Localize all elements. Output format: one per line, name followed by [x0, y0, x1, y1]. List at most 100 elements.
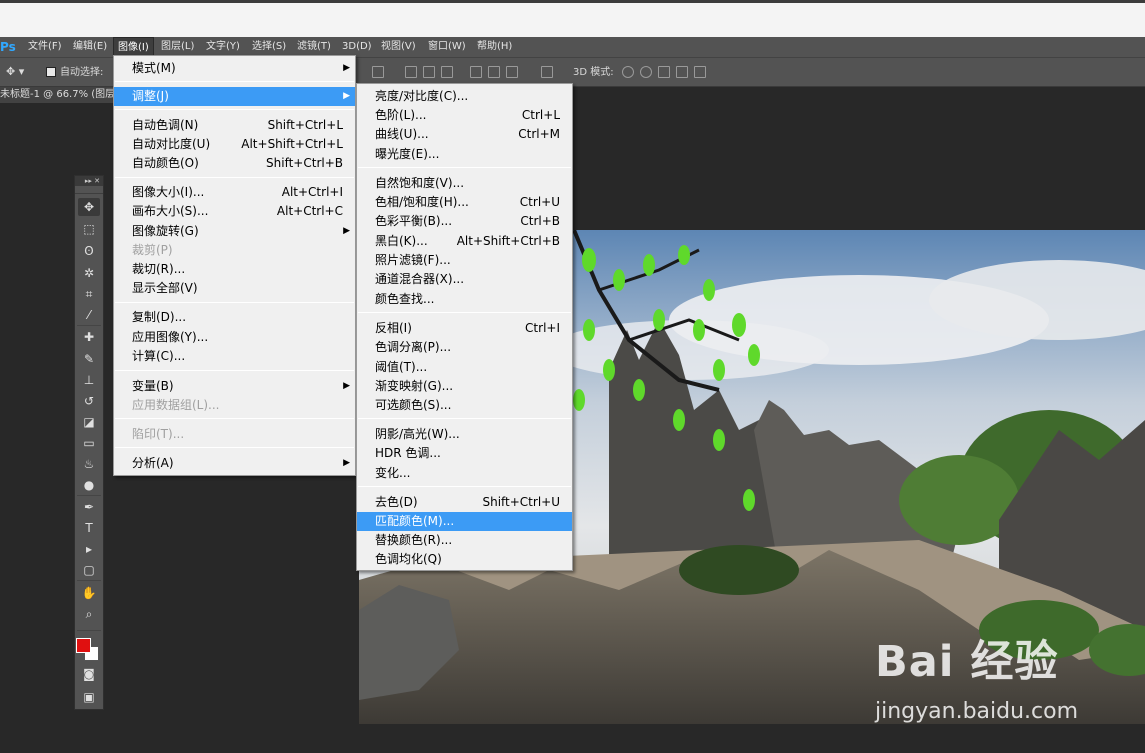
- menu-item-auto-tone[interactable]: 自动色调(N) Shift+Ctrl+L: [114, 116, 355, 135]
- foreground-color-swatch[interactable]: [76, 638, 91, 653]
- menu-item-canvas-size[interactable]: 画布大小(S)... Alt+Ctrl+C: [114, 202, 355, 221]
- dodge-tool-icon[interactable]: ●: [78, 476, 100, 494]
- menu-item-channel-mixer[interactable]: 通道混合器(X)...: [357, 270, 572, 289]
- pan-3d-icon[interactable]: [658, 66, 670, 78]
- menu-filter[interactable]: 滤镜(T): [293, 37, 335, 57]
- screen-mode-icon[interactable]: ▣: [78, 688, 100, 706]
- healing-brush-tool-icon[interactable]: ✚: [78, 328, 100, 346]
- align-buttons-group: [405, 66, 453, 80]
- menu-item-reveal-all[interactable]: 显示全部(V): [114, 279, 355, 298]
- menu-item-desaturate[interactable]: 去色(D) Shift+Ctrl+U: [357, 493, 572, 512]
- roll-3d-icon[interactable]: [640, 66, 652, 78]
- menu-item-brightness-contrast[interactable]: 亮度/对比度(C)...: [357, 87, 572, 106]
- align-left-icon[interactable]: [470, 66, 482, 78]
- hand-tool-icon[interactable]: ✋: [78, 584, 100, 602]
- clone-stamp-tool-icon[interactable]: ⊥: [78, 371, 100, 389]
- marquee-tool-icon[interactable]: ⬚: [78, 220, 100, 238]
- brush-tool-icon[interactable]: ✎: [78, 350, 100, 368]
- lasso-tool-icon[interactable]: ʘ: [78, 242, 100, 260]
- auto-select-checkbox[interactable]: [46, 67, 56, 77]
- menu-item-image-size[interactable]: 图像大小(I)... Alt+Ctrl+I: [114, 183, 355, 202]
- menu-item-analysis[interactable]: 分析(A) ▶: [114, 454, 355, 473]
- menu-item-posterize[interactable]: 色调分离(P)...: [357, 338, 572, 357]
- path-selection-tool-icon[interactable]: ▸: [78, 540, 100, 558]
- menu-item-auto-contrast[interactable]: 自动对比度(U) Alt+Shift+Ctrl+L: [114, 135, 355, 154]
- menu-item-levels[interactable]: 色阶(L)... Ctrl+L: [357, 106, 572, 125]
- menu-window[interactable]: 窗口(W): [424, 37, 470, 57]
- menu-item-hdr-toning[interactable]: HDR 色调...: [357, 444, 572, 463]
- 3d-mode-label: 3D 模式:: [573, 67, 614, 78]
- menu-item-vibrance[interactable]: 自然饱和度(V)...: [357, 174, 572, 193]
- menu-separator: [358, 312, 571, 313]
- menu-item-color-balance[interactable]: 色彩平衡(B)... Ctrl+B: [357, 212, 572, 231]
- menu-item-variations[interactable]: 变化...: [357, 464, 572, 483]
- type-tool-icon[interactable]: T: [78, 519, 100, 537]
- auto-align-icon[interactable]: [541, 66, 553, 78]
- align-bottom-icon[interactable]: [441, 66, 453, 78]
- align-middle-icon[interactable]: [423, 66, 435, 78]
- menu-item-threshold[interactable]: 阈值(T)...: [357, 358, 572, 377]
- blur-tool-icon[interactable]: ♨: [78, 455, 100, 473]
- menu-item-curves[interactable]: 曲线(U)... Ctrl+M: [357, 125, 572, 144]
- move-tool-icon[interactable]: ✥: [78, 198, 100, 216]
- menu-item-selective-color[interactable]: 可选颜色(S)...: [357, 396, 572, 415]
- menu-item-shortcut: Alt+Ctrl+I: [281, 185, 343, 199]
- menu-item-gradient-map[interactable]: 渐变映射(G)...: [357, 377, 572, 396]
- menu-item-trim[interactable]: 裁切(R)...: [114, 260, 355, 279]
- menu-view[interactable]: 视图(V): [377, 37, 420, 57]
- magic-wand-tool-icon[interactable]: ✲: [78, 264, 100, 282]
- toolbar-separator: [77, 495, 101, 496]
- menu-item-photo-filter[interactable]: 照片滤镜(F)...: [357, 251, 572, 270]
- menu-3d[interactable]: 3D(D): [338, 37, 376, 57]
- tools-panel-header[interactable]: ▸▸ ✕: [75, 176, 103, 186]
- slide-3d-icon[interactable]: [676, 66, 688, 78]
- menu-item-label: 自动对比度(U): [132, 137, 211, 151]
- gradient-tool-icon[interactable]: ▭: [78, 434, 100, 452]
- menu-item-label: 匹配颜色(M)...: [375, 514, 455, 528]
- menu-file[interactable]: 文件(F): [24, 37, 66, 57]
- 3d-mode-buttons: [622, 66, 706, 80]
- menu-item-mode[interactable]: 模式(M) ▶: [114, 59, 355, 78]
- menu-edit[interactable]: 编辑(E): [69, 37, 111, 57]
- align-center-icon[interactable]: [488, 66, 500, 78]
- menu-item-shadows-highlights[interactable]: 阴影/高光(W)...: [357, 425, 572, 444]
- menu-type[interactable]: 文字(Y): [202, 37, 244, 57]
- quick-mask-icon[interactable]: ◙: [78, 665, 100, 683]
- menu-item-color-lookup[interactable]: 颜色查找...: [357, 290, 572, 309]
- rectangle-tool-icon[interactable]: ▢: [78, 561, 100, 579]
- menu-select[interactable]: 选择(S): [248, 37, 290, 57]
- menu-item-image-rotation[interactable]: 图像旋转(G) ▶: [114, 222, 355, 241]
- menu-separator: [115, 302, 354, 303]
- menu-layer[interactable]: 图层(L): [157, 37, 198, 57]
- menu-item-adjust[interactable]: 调整(J) ▶: [114, 87, 355, 106]
- menu-item-apply-image[interactable]: 应用图像(Y)...: [114, 328, 355, 347]
- zoom-tool-icon[interactable]: ⌕: [78, 605, 100, 623]
- align-right-icon[interactable]: [506, 66, 518, 78]
- eyedropper-tool-icon[interactable]: ⁄: [78, 306, 100, 324]
- menu-image[interactable]: 图像(I): [113, 37, 154, 57]
- scale-3d-icon[interactable]: [694, 66, 706, 78]
- eraser-tool-icon[interactable]: ◪: [78, 413, 100, 431]
- menu-item-duplicate[interactable]: 复制(D)...: [114, 308, 355, 327]
- align-top-icon[interactable]: [405, 66, 417, 78]
- menu-item-variables[interactable]: 变量(B) ▶: [114, 377, 355, 396]
- menu-item-replace-color[interactable]: 替换颜色(R)...: [357, 531, 572, 550]
- menu-item-equalize[interactable]: 色调均化(Q): [357, 550, 572, 569]
- rotate-3d-icon[interactable]: [622, 66, 634, 78]
- menu-item-exposure[interactable]: 曝光度(E)...: [357, 145, 572, 164]
- align-icon[interactable]: [372, 66, 384, 78]
- pen-tool-icon[interactable]: ✒: [78, 498, 100, 516]
- menu-item-black-white[interactable]: 黑白(K)... Alt+Shift+Ctrl+B: [357, 232, 572, 251]
- tools-panel-grip[interactable]: [75, 186, 103, 194]
- menu-item-match-color[interactable]: 匹配颜色(M)...: [357, 512, 572, 531]
- menu-item-invert[interactable]: 反相(I) Ctrl+I: [357, 319, 572, 338]
- move-tool-icon[interactable]: ✥ ▾: [6, 65, 34, 81]
- menu-item-hue-saturation[interactable]: 色相/饱和度(H)... Ctrl+U: [357, 193, 572, 212]
- menu-item-auto-color[interactable]: 自动颜色(O) Shift+Ctrl+B: [114, 154, 355, 173]
- menu-item-calculations[interactable]: 计算(C)...: [114, 347, 355, 366]
- crop-tool-icon[interactable]: ⌗: [78, 285, 100, 303]
- document-tab[interactable]: 未标题-1 @ 66.7% (图层 2: [0, 87, 120, 103]
- menu-help[interactable]: 帮助(H): [473, 37, 516, 57]
- history-brush-tool-icon[interactable]: ↺: [78, 392, 100, 410]
- auto-select-label: 自动选择:: [60, 67, 104, 78]
